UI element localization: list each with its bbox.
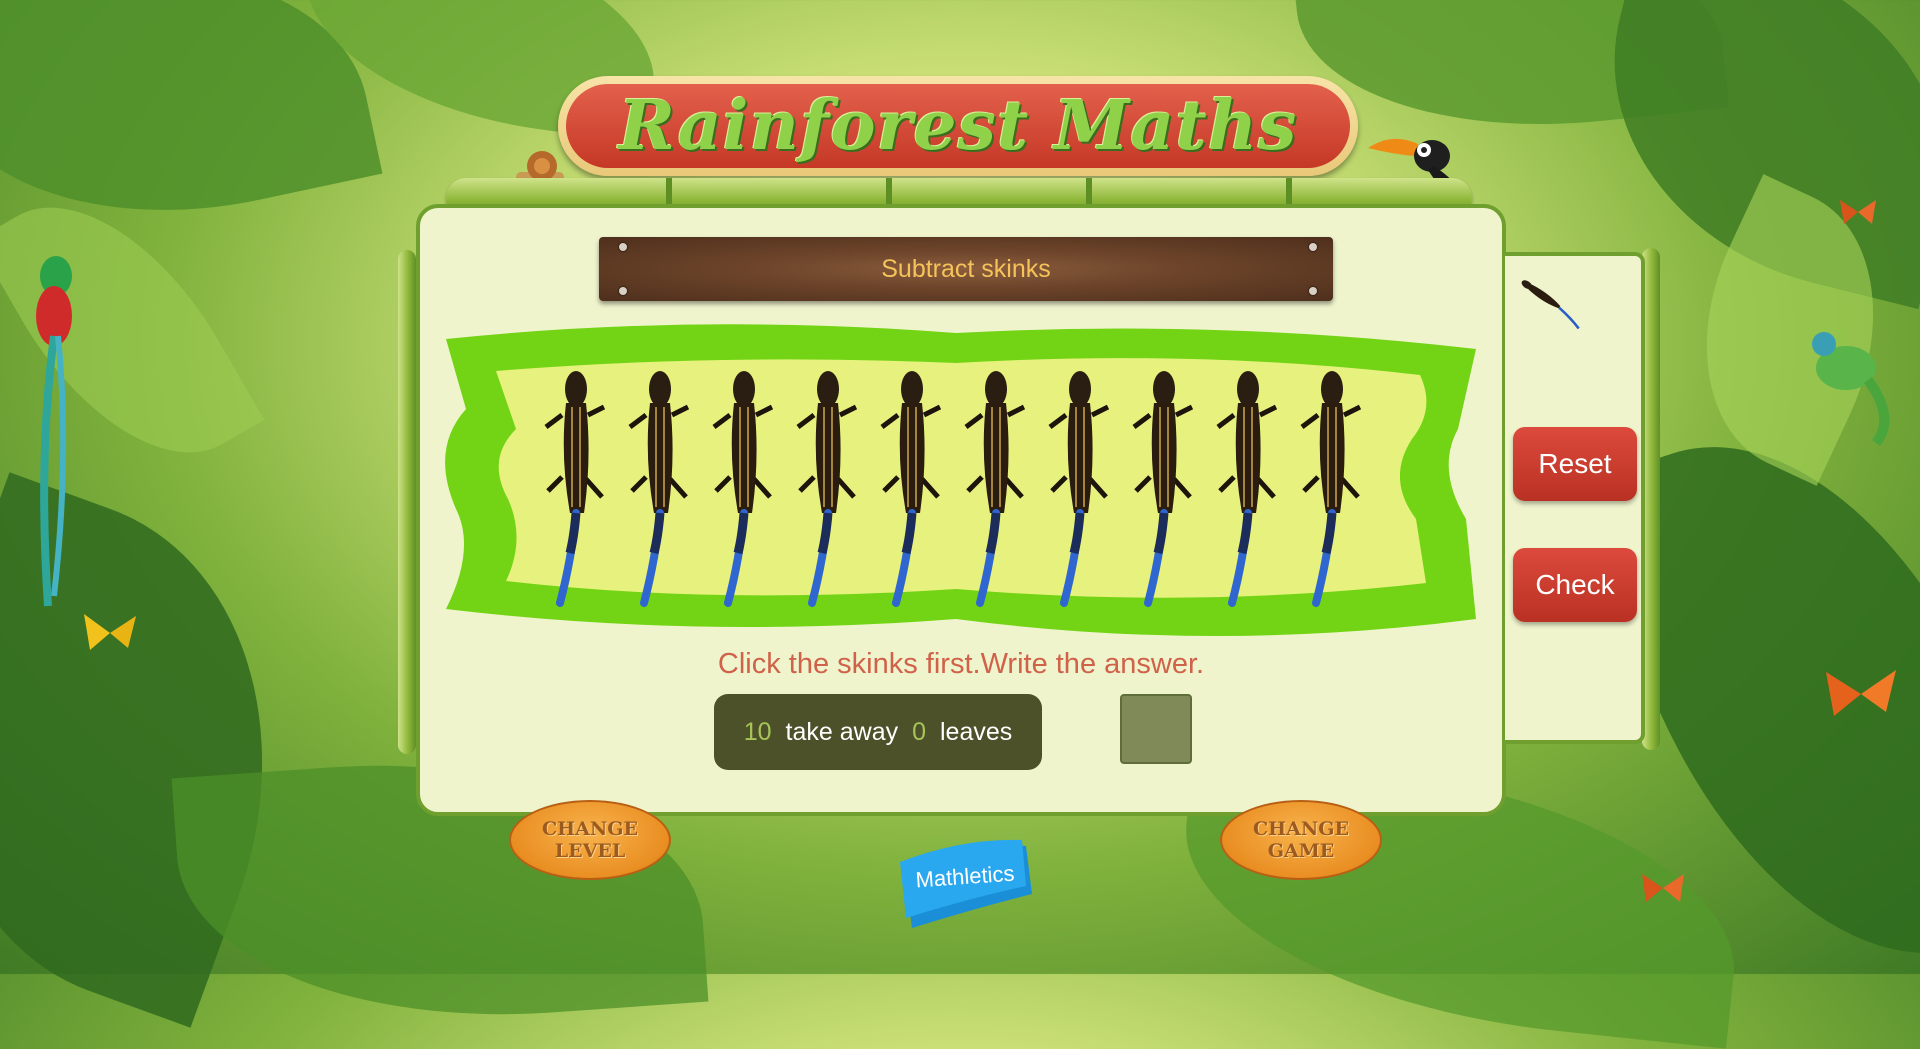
title-banner: Rainforest Maths bbox=[558, 76, 1358, 176]
change-level-line-1: CHANGE bbox=[542, 818, 638, 840]
instruction-text: Click the skinks first.Write the answer. bbox=[717, 648, 1205, 680]
skink-1[interactable] bbox=[538, 367, 612, 607]
skink-5[interactable] bbox=[874, 367, 948, 607]
bamboo-left bbox=[398, 250, 416, 754]
change-game-line-1: CHANGE bbox=[1253, 818, 1349, 840]
skink-10[interactable] bbox=[1294, 367, 1368, 607]
reset-button[interactable]: Reset bbox=[1513, 427, 1637, 501]
game-title: Rainforest Maths bbox=[618, 86, 1298, 166]
butterfly-icon bbox=[80, 610, 140, 660]
skink-3[interactable] bbox=[706, 367, 780, 607]
task-board: Subtract skinks bbox=[599, 237, 1333, 301]
quetzal-bird-icon bbox=[18, 236, 88, 616]
check-button[interactable]: Check bbox=[1513, 548, 1637, 622]
butterfly-icon bbox=[1822, 666, 1900, 726]
skink-7[interactable] bbox=[1042, 367, 1116, 607]
title-plate: Rainforest Maths bbox=[566, 84, 1350, 168]
task-title: Subtract skinks bbox=[881, 254, 1051, 283]
start-number: 10 bbox=[743, 717, 772, 746]
skink-9[interactable] bbox=[1210, 367, 1284, 607]
mathletics-logo[interactable]: Mathletics bbox=[896, 838, 1036, 928]
change-game-line-2: GAME bbox=[1267, 840, 1335, 862]
answer-input[interactable] bbox=[1120, 694, 1192, 764]
butterfly-icon bbox=[1640, 872, 1686, 908]
removed-number: 0 bbox=[912, 717, 926, 746]
skink-4[interactable] bbox=[790, 367, 864, 607]
change-level-button[interactable]: CHANGE LEVEL bbox=[509, 800, 671, 880]
skink-6[interactable] bbox=[958, 367, 1032, 607]
leaves-label: leaves bbox=[940, 717, 1013, 746]
take-away-label: take away bbox=[785, 717, 899, 746]
change-game-button[interactable]: CHANGE GAME bbox=[1220, 800, 1382, 880]
chameleon-icon bbox=[1806, 318, 1906, 452]
skink-8[interactable] bbox=[1126, 367, 1200, 607]
equation-box: 10 take away 0 leaves bbox=[714, 694, 1042, 770]
skink-row bbox=[436, 319, 1480, 639]
change-level-line-2: LEVEL bbox=[554, 840, 626, 862]
butterfly-icon bbox=[1838, 198, 1878, 230]
skink-2[interactable] bbox=[622, 367, 696, 607]
